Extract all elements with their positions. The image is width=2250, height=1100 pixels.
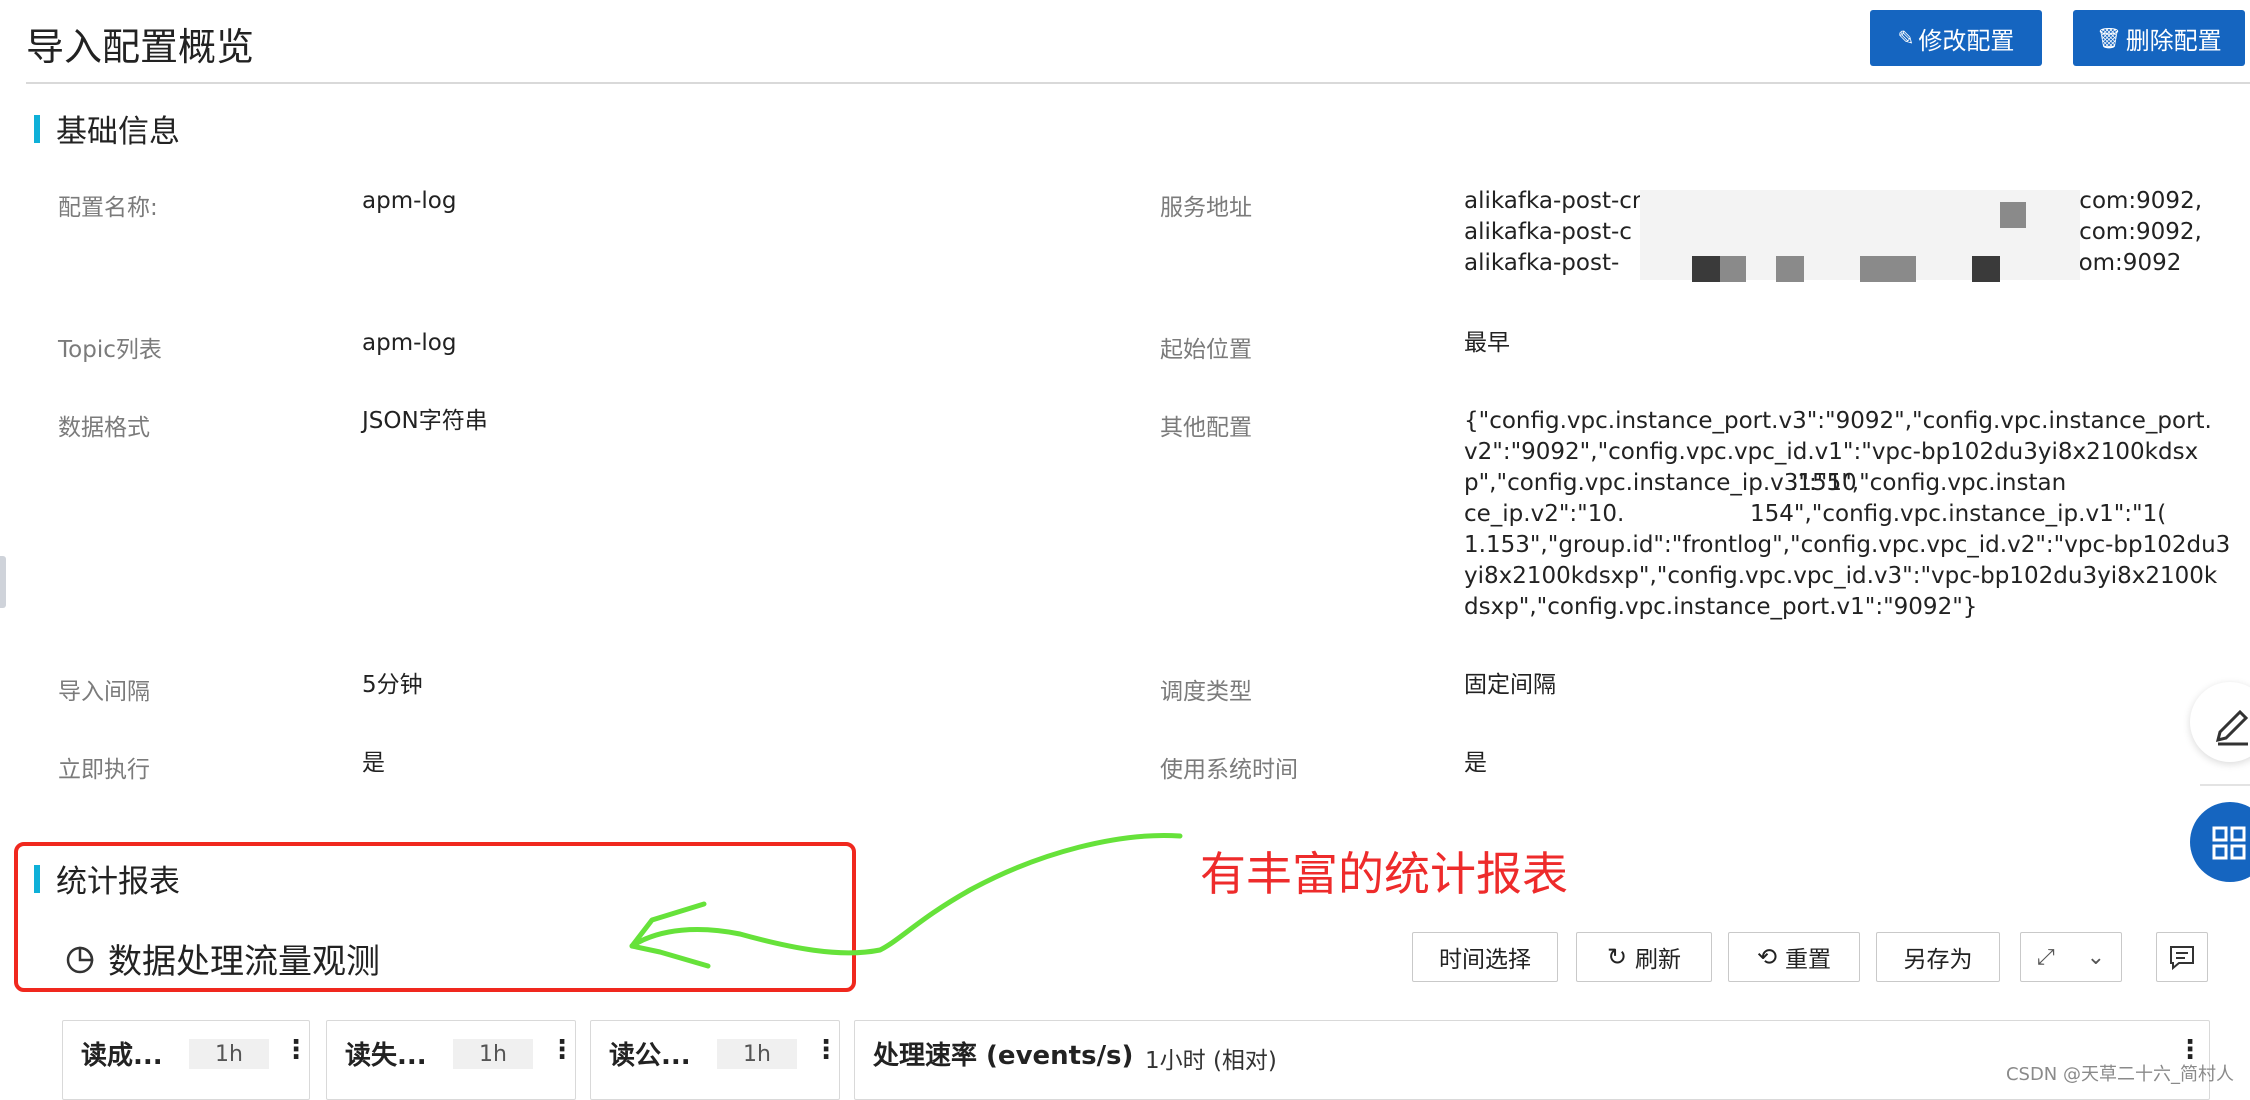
annotation-arrow	[629, 833, 1183, 969]
watermark: CSDN @天草二十六_简村人	[2005, 1064, 2234, 1085]
annotation-text: 有丰富的统计报表	[1200, 847, 1568, 901]
